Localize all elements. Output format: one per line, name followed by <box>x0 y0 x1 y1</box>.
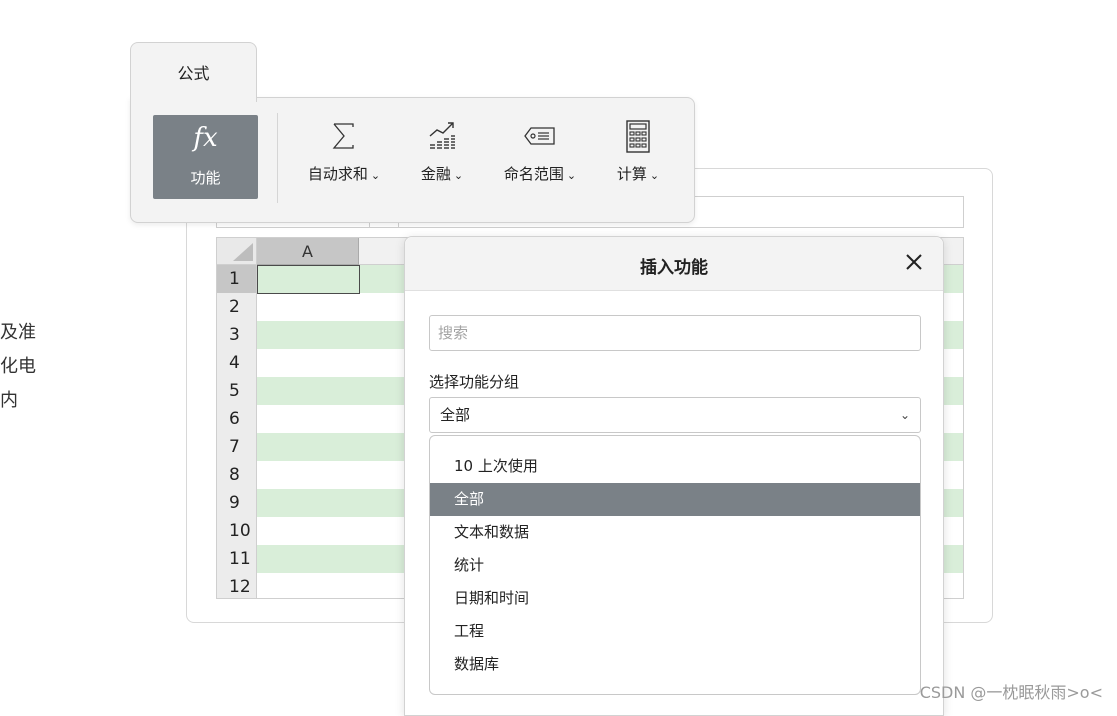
row-header[interactable]: 11 <box>217 545 257 573</box>
chevron-down-icon: ⌄ <box>649 169 660 182</box>
group-option[interactable]: 统计 <box>430 549 920 582</box>
group-option[interactable]: 工程 <box>430 615 920 648</box>
active-cell-a1[interactable] <box>257 265 360 294</box>
finance-chart-icon <box>429 122 455 149</box>
close-icon[interactable] <box>903 251 925 273</box>
ribbon-divider <box>277 113 278 203</box>
row-header[interactable]: 7 <box>217 433 257 461</box>
calculator-icon <box>626 120 650 153</box>
row-header[interactable]: 5 <box>217 377 257 405</box>
function-search-input[interactable] <box>429 315 921 351</box>
group-select[interactable]: 全部 ⌄ <box>429 397 921 433</box>
dialog-title: 插入功能 <box>640 258 708 278</box>
left-paragraph: 及准 化电 内 <box>0 316 36 418</box>
fx-icon: fx <box>193 123 218 153</box>
group-option-selected[interactable]: 全部 <box>430 483 920 516</box>
watermark: CSDN @一枕眠秋雨>o< <box>919 683 1103 702</box>
chevron-down-icon: ⌄ <box>566 169 577 182</box>
row-header[interactable]: 10 <box>217 517 257 545</box>
chevron-down-icon: ⌄ <box>453 169 464 182</box>
tab-formulas[interactable]: 公式 <box>130 42 257 102</box>
row-header[interactable]: 12 <box>217 573 257 598</box>
finance-label: 金融 <box>420 165 451 183</box>
autosum-label: 自动求和 <box>307 165 368 183</box>
row-header[interactable]: 6 <box>217 405 257 433</box>
row-header[interactable]: 2 <box>217 293 257 321</box>
finance-button[interactable]: 金融 ⌄ <box>414 118 470 186</box>
chevron-down-icon: ⌄ <box>370 169 381 182</box>
dialog-header: 插入功能 <box>405 237 943 291</box>
ribbon-tab-joint <box>131 95 256 101</box>
insert-function-button[interactable]: fx 功能 <box>153 115 258 199</box>
row-header[interactable]: 9 <box>217 489 257 517</box>
name-tag-icon <box>524 127 555 145</box>
column-header-a[interactable]: A <box>257 238 359 265</box>
left-text-line: 及准 <box>0 322 36 343</box>
insert-function-label: 功能 <box>190 169 221 187</box>
left-text-line: 化电 <box>0 356 36 377</box>
chevron-down-icon: ⌄ <box>899 408 910 422</box>
row-header[interactable]: 8 <box>217 461 257 489</box>
autosum-button[interactable]: 自动求和 ⌄ <box>300 118 388 186</box>
group-option[interactable]: 日期和时间 <box>430 582 920 615</box>
group-option[interactable]: 10 上次使用 <box>430 450 920 483</box>
named-range-button[interactable]: 命名范围 ⌄ <box>497 118 583 186</box>
group-option[interactable]: 数据库 <box>430 648 920 681</box>
sigma-icon <box>332 123 354 149</box>
insert-function-dialog: 插入功能 选择功能分组 全部 ⌄ 10 上次使用 全部 文本和数据 统计 日期和… <box>404 236 944 716</box>
select-all-corner[interactable] <box>217 238 257 265</box>
left-text-line: 内 <box>0 390 18 411</box>
row-header[interactable]: 1 <box>217 265 257 293</box>
row-header[interactable]: 4 <box>217 349 257 377</box>
group-select-value: 全部 <box>440 406 471 424</box>
tab-formulas-label: 公式 <box>177 64 210 83</box>
row-header[interactable]: 3 <box>217 321 257 349</box>
group-dropdown-list: 10 上次使用 全部 文本和数据 统计 日期和时间 工程 数据库 <box>429 435 921 695</box>
group-option[interactable]: 文本和数据 <box>430 516 920 549</box>
calculate-label: 计算 <box>616 165 647 183</box>
calculate-button[interactable]: 计算 ⌄ <box>610 118 666 186</box>
group-label: 选择功能分组 <box>429 373 520 391</box>
named-range-label: 命名范围 <box>503 165 564 183</box>
